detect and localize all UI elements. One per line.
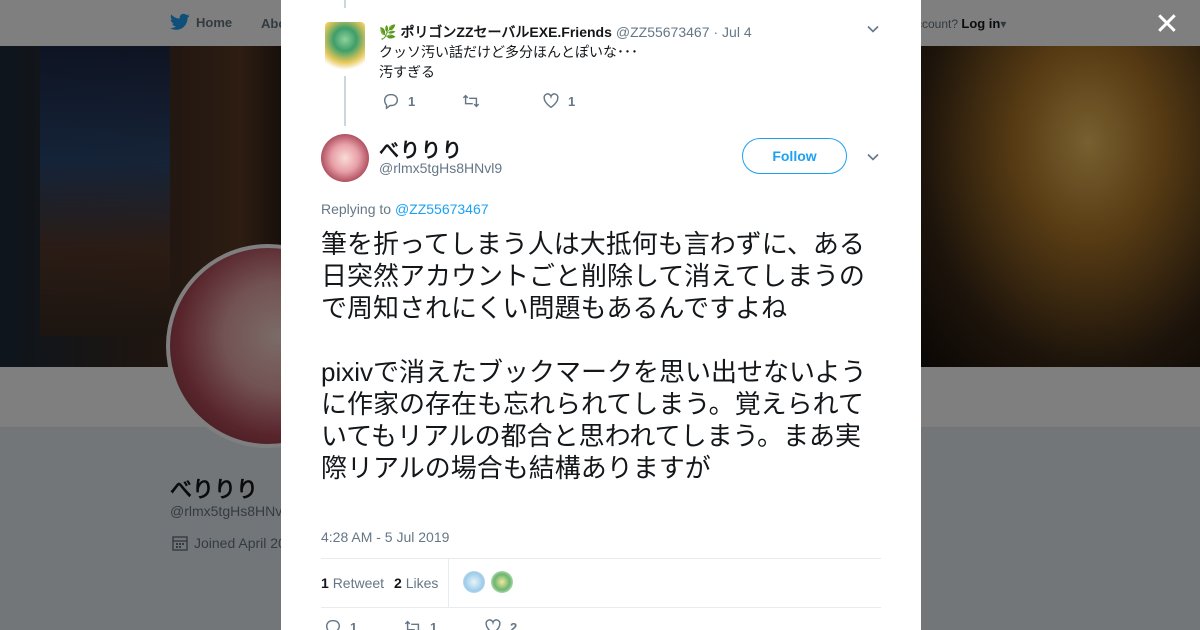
replying-to-link[interactable]: @ZZ55673467 xyxy=(395,201,489,217)
tweet-modal: 🌿 ポリゴンZZセーバルEXE.Friends @ZZ55673467 · Ju… xyxy=(281,0,921,630)
chevron-down-icon[interactable] xyxy=(866,150,880,167)
reply-icon xyxy=(383,93,399,110)
like-stat-count: 2 xyxy=(394,575,402,591)
liker-avatar[interactable] xyxy=(491,571,513,593)
retweet-stat-count: 1 xyxy=(321,575,329,591)
heart-icon xyxy=(485,619,501,630)
reply-icon xyxy=(325,619,341,630)
prev-tweet-actions: 1 1 xyxy=(382,92,622,110)
retweet-button[interactable]: 1 xyxy=(404,618,484,630)
reply-button[interactable]: 1 xyxy=(382,92,462,110)
retweet-stat-label: Retweet xyxy=(332,575,385,591)
prev-tweet-emoji: 🌿 xyxy=(379,23,397,40)
prev-tweet-header: 🌿 ポリゴンZZセーバルEXE.Friends @ZZ55673467 · Ju… xyxy=(379,22,752,42)
replying-prefix: Replying to xyxy=(321,201,392,217)
retweet-stat[interactable]: 1 Retweet xyxy=(321,575,384,591)
like-count: 2 xyxy=(510,619,518,630)
stats-divider xyxy=(448,559,449,607)
tweet-actions: 1 1 2 xyxy=(324,618,564,630)
tweet-text: 筆を折ってしまう人は大抵何も言わずに、ある日突然アカウントごと削除して消えてしま… xyxy=(321,229,867,483)
like-button[interactable]: 1 xyxy=(542,92,622,110)
retweet-count: 1 xyxy=(430,619,438,630)
prev-tweet-handle[interactable]: @ZZ55673467 xyxy=(616,24,710,40)
heart-icon xyxy=(543,93,559,109)
prev-tweet-date[interactable]: · Jul 4 xyxy=(713,24,751,40)
chevron-down-icon[interactable] xyxy=(866,22,880,39)
retweet-icon xyxy=(462,94,480,108)
reply-button[interactable]: 1 xyxy=(324,618,404,630)
replying-to: Replying to @ZZ55673467 xyxy=(321,201,489,217)
like-button[interactable]: 2 xyxy=(484,618,564,630)
thread-line xyxy=(344,0,346,8)
prev-tweet-avatar[interactable] xyxy=(325,22,365,72)
thread-line xyxy=(344,76,346,126)
liker-avatar[interactable] xyxy=(463,571,485,593)
retweet-icon xyxy=(404,620,421,630)
tweet-timestamp[interactable]: 4:28 AM - 5 Jul 2019 xyxy=(321,529,449,545)
reply-count: 1 xyxy=(408,93,416,109)
prev-tweet-text: クッソ汚い話だけど多分ほんとぽいな･･･ 汚すぎる xyxy=(379,44,638,80)
retweet-button[interactable] xyxy=(462,92,542,110)
follow-button[interactable]: Follow xyxy=(742,138,847,174)
like-stat[interactable]: 2 Likes xyxy=(394,575,438,591)
like-count: 1 xyxy=(568,93,576,109)
like-stat-label: Likes xyxy=(405,575,439,591)
tweet-stats: 1 Retweet 2 Likes xyxy=(321,558,881,608)
prev-tweet-name[interactable]: ポリゴンZZセーバルEXE.Friends xyxy=(400,22,611,42)
tweet-author-avatar[interactable] xyxy=(321,134,369,182)
reply-count: 1 xyxy=(350,619,358,630)
tweet-author-handle[interactable]: @rlmx5tgHs8HNvl9 xyxy=(379,160,502,176)
tweet-author-name[interactable]: べりりり xyxy=(379,134,463,163)
close-icon[interactable]: ✕ xyxy=(1154,10,1180,40)
